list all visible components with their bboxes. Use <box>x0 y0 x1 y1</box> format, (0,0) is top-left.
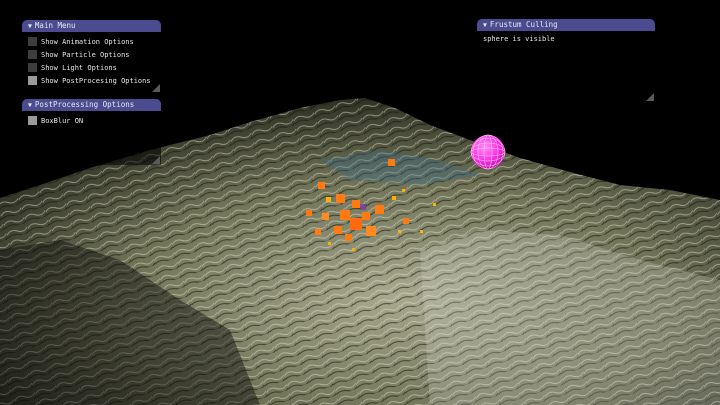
option-show-postprocessing[interactable]: Show PostProcesing Options <box>28 74 155 87</box>
checkbox-show-particle[interactable] <box>28 50 37 59</box>
checkbox-boxblur[interactable] <box>28 116 37 125</box>
option-show-animation[interactable]: Show Animation Options <box>28 35 155 48</box>
collapse-triangle-icon[interactable]: ▼ <box>28 22 32 30</box>
postprocessing-window[interactable]: ▼ PostProcessing Options BoxBlur ON <box>22 99 161 165</box>
resize-grip-icon[interactable] <box>152 156 160 164</box>
option-show-particle[interactable]: Show Particle Options <box>28 48 155 61</box>
checkbox-show-postprocessing[interactable] <box>28 76 37 85</box>
option-label: BoxBlur ON <box>41 116 84 125</box>
frustum-test-sphere[interactable] <box>470 134 506 170</box>
main-menu-titlebar[interactable]: ▼ Main Menu <box>22 20 161 32</box>
postprocessing-title: PostProcessing Options <box>34 100 135 109</box>
frustum-title: Frustum Culling <box>489 20 558 29</box>
main-menu-window[interactable]: ▼ Main Menu Show Animation Options Show P… <box>22 20 161 93</box>
resize-grip-icon[interactable] <box>152 84 160 92</box>
option-label: Show PostProcesing Options <box>41 76 151 85</box>
postprocessing-titlebar[interactable]: ▼ PostProcessing Options <box>22 99 161 111</box>
checkbox-show-animation[interactable] <box>28 37 37 46</box>
option-label: Show Light Options <box>41 63 117 72</box>
option-label: Show Animation Options <box>41 37 134 46</box>
resize-grip-icon[interactable] <box>646 93 654 101</box>
option-boxblur[interactable]: BoxBlur ON <box>28 114 155 127</box>
collapse-triangle-icon[interactable]: ▼ <box>28 101 32 109</box>
main-menu-title: Main Menu <box>34 21 76 30</box>
frustum-status-text: sphere is visible <box>483 35 555 43</box>
option-label: Show Particle Options <box>41 50 130 59</box>
frustum-culling-window[interactable]: ▼ Frustum Culling sphere is visible <box>477 19 655 102</box>
option-show-light[interactable]: Show Light Options <box>28 61 155 74</box>
frustum-titlebar[interactable]: ▼ Frustum Culling <box>477 19 655 31</box>
checkbox-show-light[interactable] <box>28 63 37 72</box>
collapse-triangle-icon[interactable]: ▼ <box>483 21 487 29</box>
